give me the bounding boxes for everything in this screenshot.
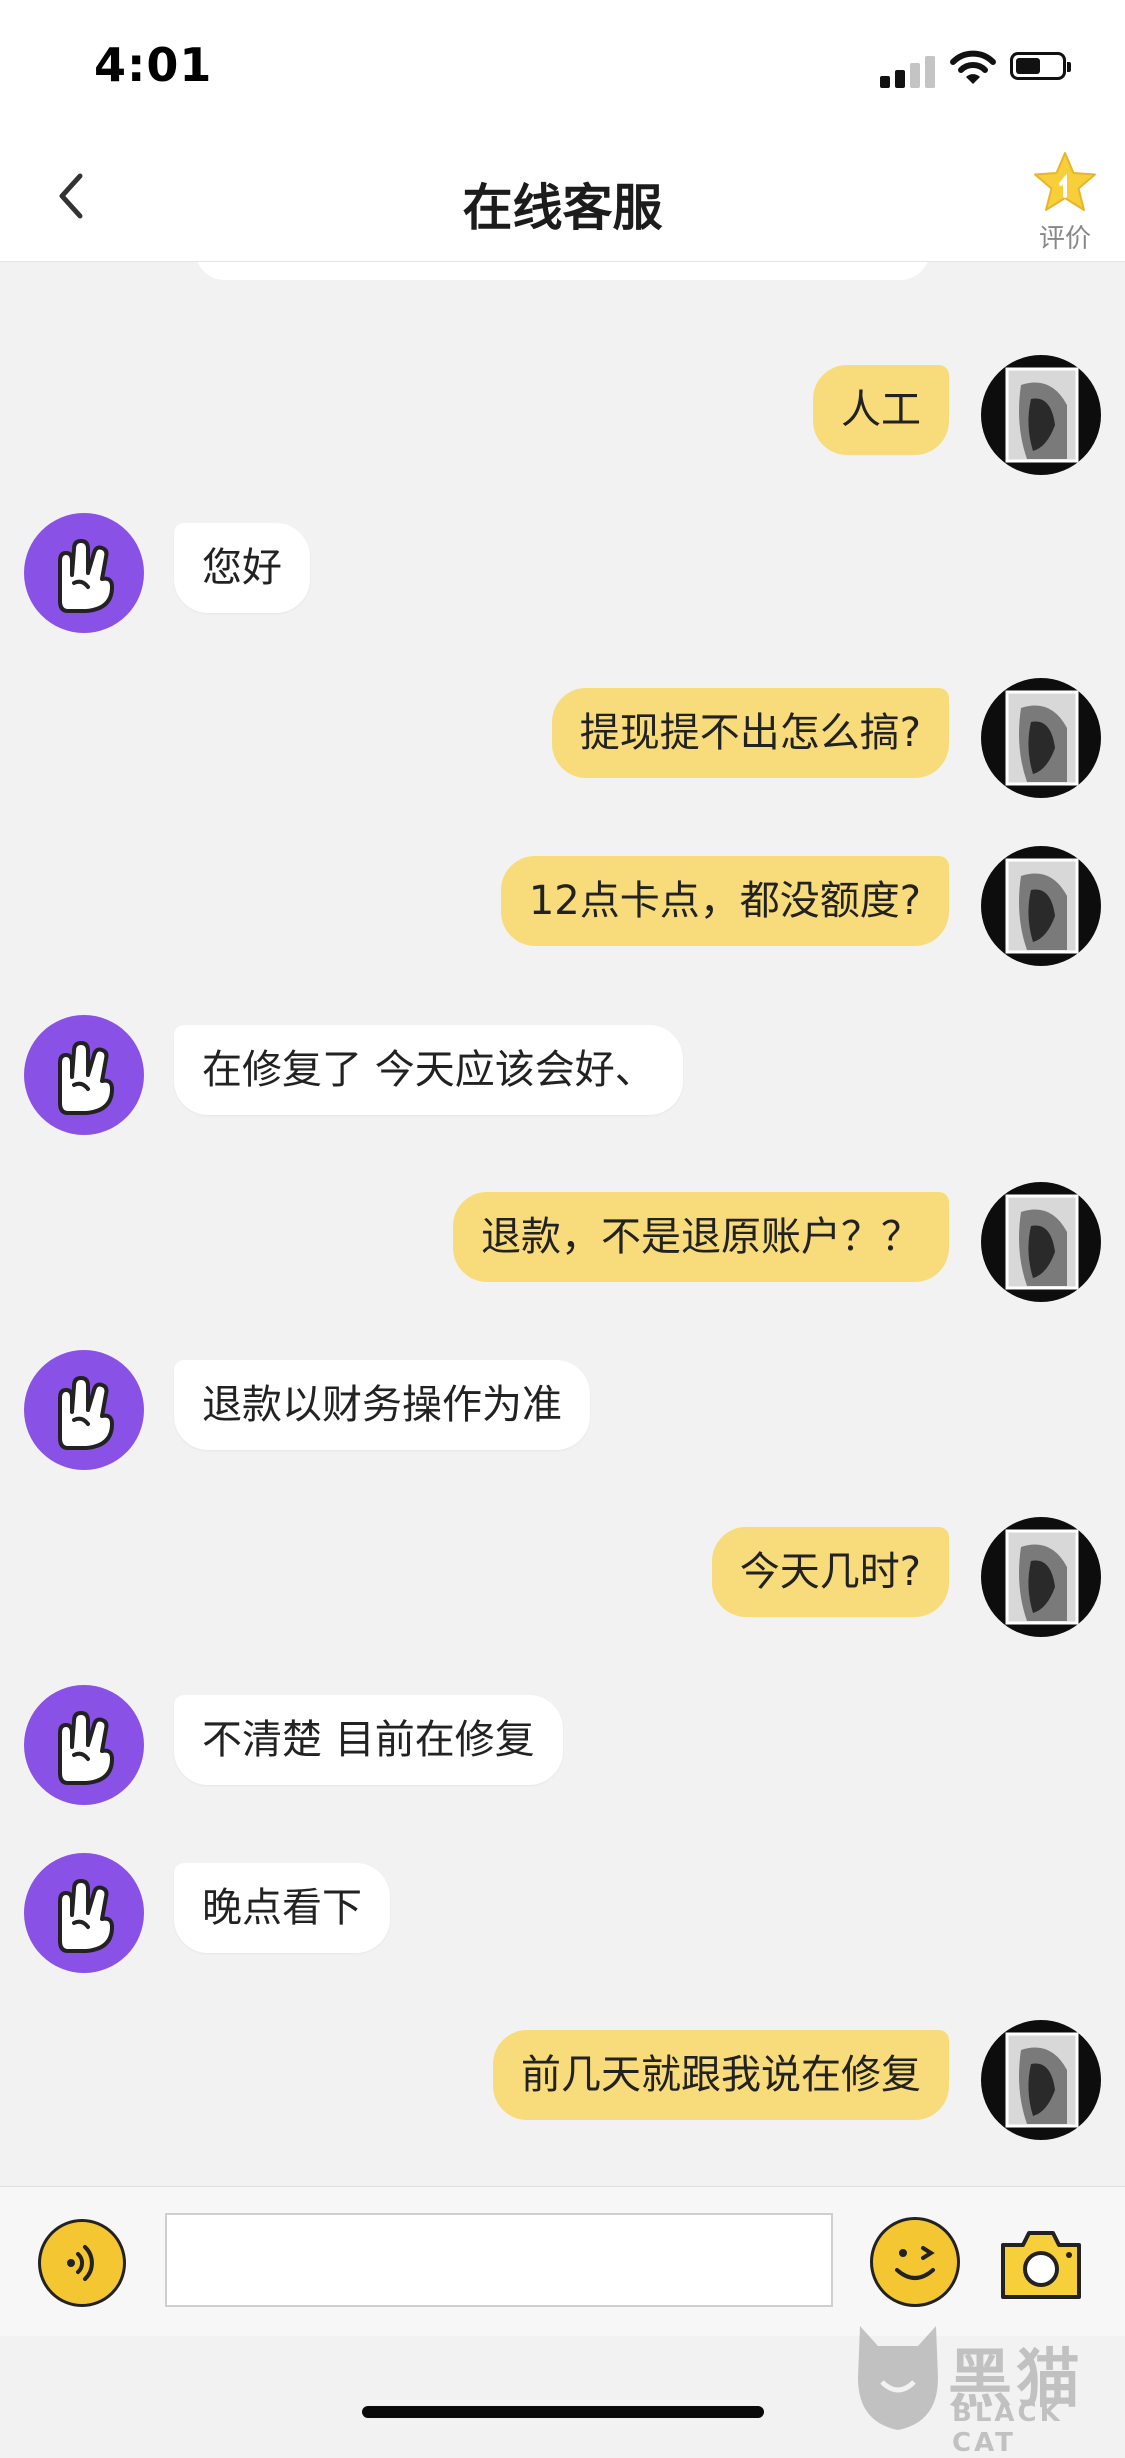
status-bar: 4:01: [0, 0, 1125, 132]
agent-message-bubble[interactable]: 在修复了 今天应该会好、: [174, 1025, 683, 1115]
agent-avatar[interactable]: [24, 1685, 144, 1805]
agent-message-bubble[interactable]: 您好: [174, 523, 310, 613]
message-row: 您好: [0, 513, 1125, 633]
user-message-bubble[interactable]: 人工: [813, 365, 949, 455]
user-message-bubble[interactable]: 今天几时?: [711, 1527, 949, 1617]
user-message-bubble[interactable]: 前几天就跟我说在修复: [493, 2030, 949, 2120]
user-avatar[interactable]: [981, 846, 1101, 966]
user-avatar[interactable]: [981, 1182, 1101, 1302]
voice-icon: [67, 2245, 94, 2281]
star-icon: [1034, 152, 1096, 211]
watermark-sub: BLACK CAT: [952, 2398, 1063, 2458]
rate-button[interactable]: 评价: [1025, 150, 1105, 255]
message-row: 退款以财务操作为准: [0, 1350, 1125, 1470]
agent-avatar[interactable]: [24, 1853, 144, 1973]
agent-message-bubble[interactable]: 晚点看下: [174, 1863, 390, 1953]
message-row: 晚点看下: [0, 1853, 1125, 1973]
user-message-bubble[interactable]: 退款，不是退原账户？？: [453, 1192, 949, 1282]
message-row: 前几天就跟我说在修复: [0, 2020, 1125, 2140]
message-input[interactable]: [165, 2213, 833, 2307]
nav-bar: 在线客服 评价: [0, 132, 1125, 262]
voice-button[interactable]: [38, 2219, 126, 2307]
message-row: 在修复了 今天应该会好、: [0, 1015, 1125, 1135]
user-message-bubble[interactable]: 12点卡点，都没额度?: [500, 856, 949, 946]
input-bar: [0, 2186, 1125, 2336]
agent-avatar[interactable]: [24, 513, 144, 633]
previous-message-bubble: [195, 262, 930, 280]
cellular-signal-icon: [880, 54, 936, 88]
wifi-icon: [950, 50, 996, 84]
status-time: 4:01: [94, 38, 213, 92]
battery-icon: [1010, 52, 1071, 80]
message-row: 12点卡点，都没额度?: [0, 846, 1125, 966]
message-row: 不清楚 目前在修复: [0, 1685, 1125, 1805]
emoji-icon: [895, 2246, 935, 2280]
message-row: 今天几时?: [0, 1517, 1125, 1637]
home-indicator[interactable]: [362, 2406, 764, 2418]
agent-avatar[interactable]: [24, 1350, 144, 1470]
message-row: 人工: [0, 355, 1125, 475]
user-avatar[interactable]: [981, 2020, 1101, 2140]
emoji-button[interactable]: [870, 2217, 960, 2307]
user-avatar[interactable]: [981, 678, 1101, 798]
watermark-logo: 黑猫 BLACK CAT: [852, 2320, 1122, 2458]
rate-label: 评价: [1038, 224, 1091, 254]
message-row: 退款，不是退原账户？？: [0, 1182, 1125, 1302]
agent-message-bubble[interactable]: 不清楚 目前在修复: [174, 1695, 563, 1785]
user-message-bubble[interactable]: 提现提不出怎么搞?: [551, 688, 949, 778]
cat-logo-icon: [858, 2326, 938, 2430]
message-row: 提现提不出怎么搞?: [0, 678, 1125, 798]
chat-list[interactable]: 人工您好提现提不出怎么搞? 12点卡点，都没额度? 在修复了 今天应该会好、退款，不…: [0, 262, 1125, 2186]
page-title: 在线客服: [462, 179, 663, 237]
user-avatar[interactable]: [981, 1517, 1101, 1637]
camera-icon[interactable]: [995, 2221, 1087, 2303]
user-avatar[interactable]: [981, 355, 1101, 475]
agent-message-bubble[interactable]: 退款以财务操作为准: [174, 1360, 590, 1450]
agent-avatar[interactable]: [24, 1015, 144, 1135]
